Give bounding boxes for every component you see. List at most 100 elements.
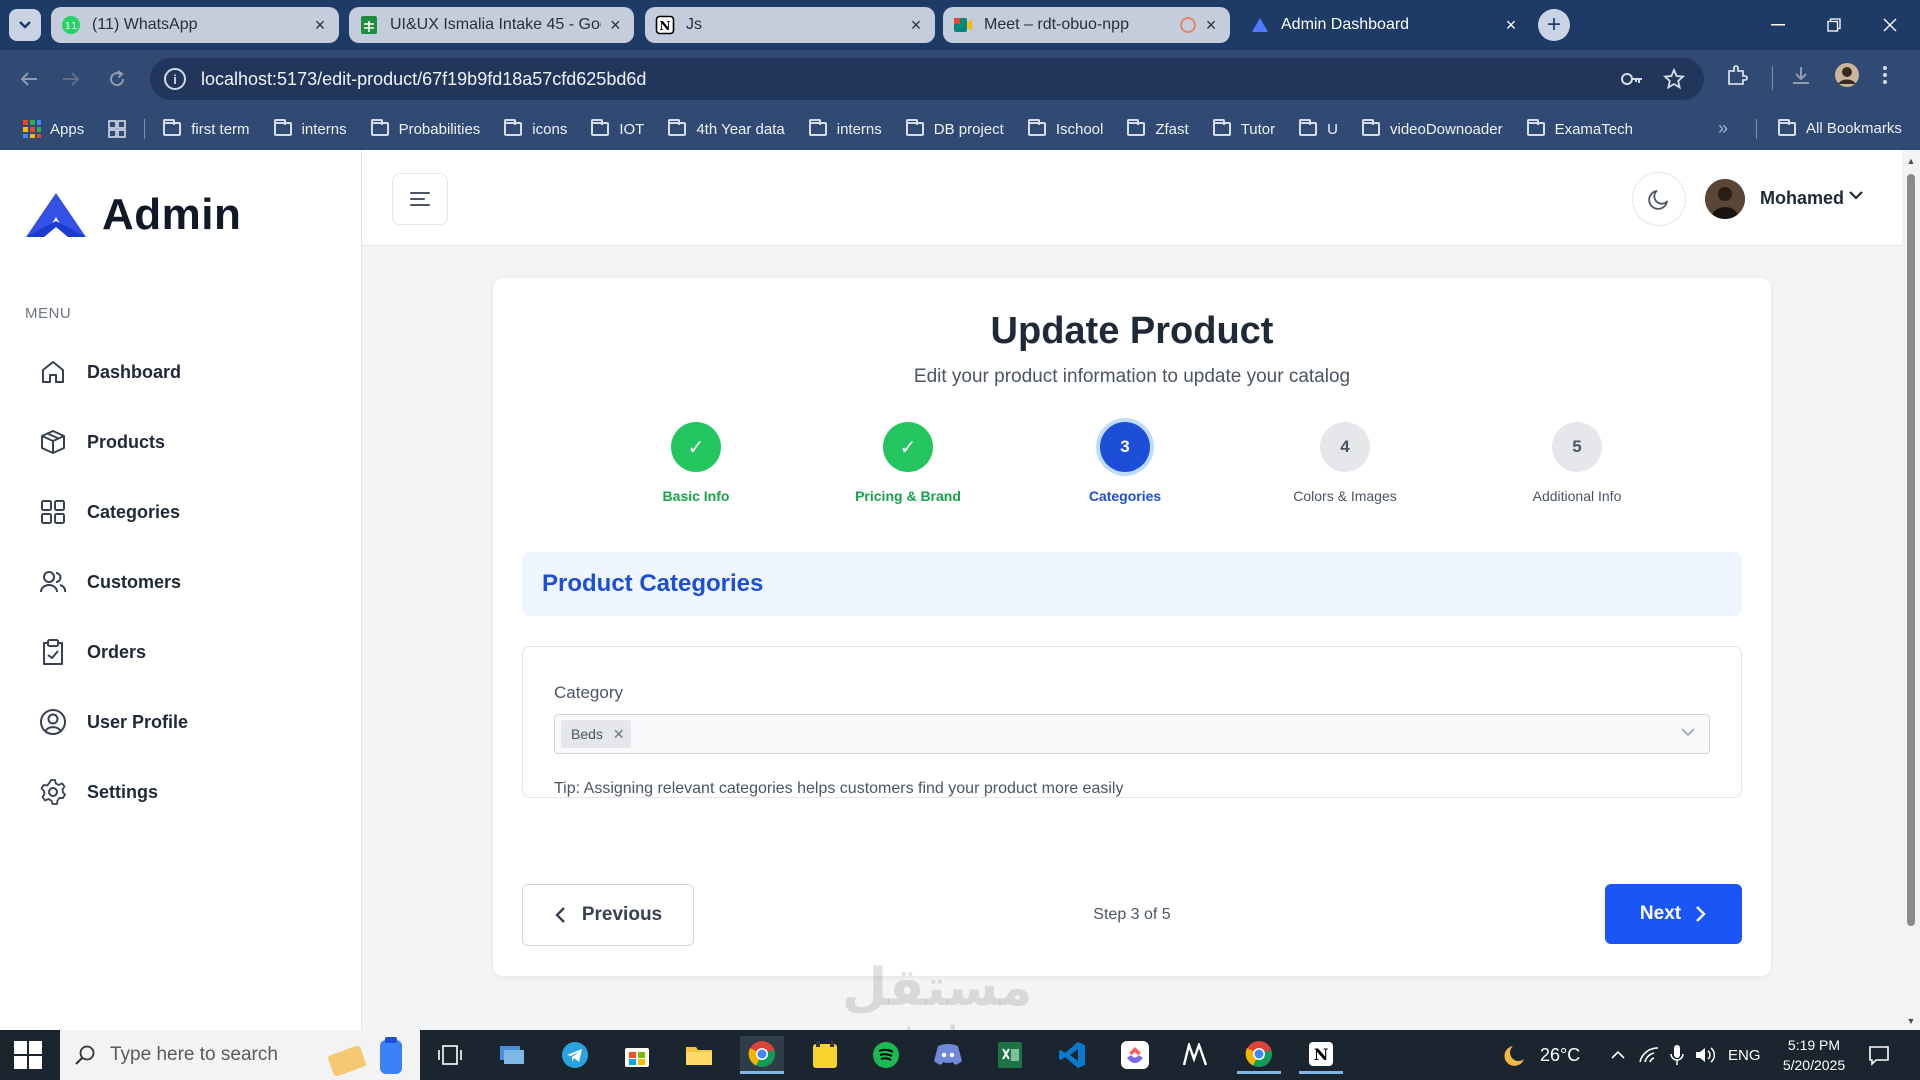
sidebar-item-products[interactable]: Products [38, 422, 165, 462]
task-view-icon[interactable] [428, 1036, 472, 1074]
forward-button[interactable] [56, 64, 86, 94]
bookmark-folder[interactable]: DB project [905, 119, 1004, 138]
home-icon [38, 357, 68, 387]
minimize-button[interactable] [1750, 0, 1806, 50]
bookmark-folder[interactable]: Ischool [1027, 119, 1103, 138]
browser-tab[interactable]: UI&UX Ismalia Intake 45 - Goo × [349, 7, 634, 43]
site-info-icon[interactable]: i [164, 68, 186, 90]
user-name[interactable]: Mohamed [1760, 188, 1844, 209]
bookmark-star-icon[interactable] [1663, 68, 1685, 90]
bookmark-folder[interactable]: ExamaTech [1526, 119, 1633, 138]
all-bookmarks[interactable]: All Bookmarks [1778, 118, 1902, 137]
browser-tab-active[interactable]: Admin Dashboard × [1240, 7, 1530, 43]
file-explorer-icon[interactable] [677, 1036, 721, 1074]
bookmark-folder[interactable]: first term [163, 119, 250, 138]
tray-icons[interactable]: ENG [1610, 1030, 1761, 1080]
clickup-icon[interactable] [1113, 1036, 1157, 1074]
browser-tab[interactable]: N Js × [645, 7, 935, 43]
discord-icon[interactable] [926, 1036, 970, 1074]
step-additional-info[interactable]: 5 Additional Info [1467, 422, 1687, 504]
extensions-icon[interactable] [1726, 64, 1748, 86]
bookmark-folder[interactable]: videoDownoader [1361, 119, 1503, 138]
step-check-icon: ✓ [883, 422, 933, 472]
weather-widget[interactable]: 26°C [1502, 1030, 1580, 1080]
language-indicator: ENG [1728, 1046, 1761, 1064]
chevron-up-icon [1611, 1050, 1625, 1059]
sidebar-item-user-profile[interactable]: User Profile [38, 702, 188, 742]
notifications-icon[interactable] [1868, 1030, 1890, 1080]
password-key-icon[interactable] [1620, 68, 1644, 90]
close-icon[interactable]: × [1502, 15, 1520, 36]
notes-app-icon[interactable] [803, 1036, 847, 1074]
browser-tab[interactable]: 11 (11) WhatsApp × [51, 7, 339, 43]
dark-mode-toggle[interactable] [1632, 172, 1686, 226]
user-circle-icon [38, 707, 68, 737]
reload-button[interactable] [102, 64, 132, 94]
new-tab-button[interactable]: + [1538, 9, 1570, 41]
telegram-icon[interactable] [553, 1036, 597, 1074]
close-window-button[interactable] [1862, 0, 1918, 50]
scroll-up-icon[interactable]: ▲ [1906, 156, 1916, 166]
close-icon[interactable]: × [607, 15, 624, 36]
brand-logo[interactable]: Admin [24, 190, 241, 240]
avatar[interactable] [1705, 179, 1745, 219]
spreadsheet-icon[interactable] [988, 1036, 1032, 1074]
bookmarks-overflow-button[interactable]: » [1718, 118, 1728, 139]
next-button[interactable]: Next [1605, 884, 1742, 944]
taskbar-search[interactable]: Type here to search [60, 1030, 420, 1080]
profile-avatar[interactable] [1834, 62, 1860, 88]
screen-tool-icon[interactable] [490, 1036, 534, 1074]
sidebar-item-orders[interactable]: Orders [38, 632, 146, 672]
chrome-icon[interactable] [740, 1036, 784, 1074]
chevron-down-icon[interactable] [1848, 189, 1864, 201]
sidebar-item-dashboard[interactable]: Dashboard [38, 352, 181, 392]
back-button[interactable] [14, 64, 44, 94]
bookmark-folder[interactable]: Tutor [1212, 119, 1275, 138]
sidebar-item-customers[interactable]: Customers [38, 562, 181, 602]
tab-groups-icon[interactable] [108, 120, 127, 138]
browser-tab[interactable]: Meet – rdt-obuo-npp × [943, 7, 1230, 43]
windows-start-icon[interactable] [14, 1041, 42, 1069]
bookmark-apps[interactable]: Apps [22, 119, 84, 139]
download-icon[interactable] [1790, 64, 1812, 86]
bookmark-folder[interactable]: interns [808, 119, 882, 138]
search-icon [75, 1045, 95, 1065]
chevron-down-icon[interactable] [1681, 727, 1695, 737]
remove-chip-icon[interactable]: ✕ [613, 726, 625, 743]
sidebar-item-settings[interactable]: Settings [38, 772, 158, 812]
bookmark-folder[interactable]: IOT [591, 119, 644, 138]
step-basic-info[interactable]: ✓ Basic Info [586, 422, 806, 504]
step-pricing-brand[interactable]: ✓ Pricing & Brand [798, 422, 1018, 504]
step-categories[interactable]: 3 Categories [1015, 422, 1235, 504]
page-scrollbar[interactable]: ▲ ▼ [1902, 150, 1920, 1030]
address-bar[interactable]: i localhost:5173/edit-product/67f19b9fd1… [150, 58, 1704, 100]
more-menu-icon[interactable] [1882, 64, 1888, 86]
clock[interactable]: 5:19 PM 5/20/2025 [1770, 1035, 1858, 1075]
menu-toggle-button[interactable] [392, 173, 448, 225]
close-icon[interactable]: × [907, 15, 925, 36]
bookmark-folder[interactable]: U [1299, 119, 1338, 138]
bookmark-folder[interactable]: interns [273, 119, 347, 138]
bookmark-folder[interactable]: Zfast [1127, 119, 1189, 138]
moon-icon [1648, 190, 1668, 210]
bookmark-folder[interactable]: Probabilities [370, 119, 480, 138]
sidebar-item-categories[interactable]: Categories [38, 492, 180, 532]
scroll-down-icon[interactable]: ▼ [1906, 1016, 1916, 1026]
notion-icon[interactable]: N [1299, 1036, 1343, 1074]
restore-button[interactable] [1806, 0, 1862, 50]
category-select[interactable]: Beds ✕ [554, 714, 1710, 754]
tab-search-button[interactable] [9, 9, 41, 41]
bookmark-folder[interactable]: 4th Year data [668, 119, 785, 138]
scrollbar-thumb[interactable] [1907, 174, 1915, 926]
microsoft-store-icon[interactable] [615, 1036, 659, 1074]
m-app-icon[interactable] [1173, 1036, 1217, 1074]
close-icon[interactable]: × [1202, 15, 1220, 36]
arrow-right-icon [63, 72, 80, 86]
spotify-icon[interactable] [864, 1036, 908, 1074]
chrome-alt-icon[interactable] [1237, 1036, 1281, 1074]
close-icon[interactable]: × [311, 15, 329, 36]
bookmark-folder[interactable]: icons [504, 119, 567, 138]
step-colors-images[interactable]: 4 Colors & Images [1235, 422, 1455, 504]
folder-icon [370, 119, 389, 136]
vscode-icon[interactable] [1050, 1036, 1094, 1074]
